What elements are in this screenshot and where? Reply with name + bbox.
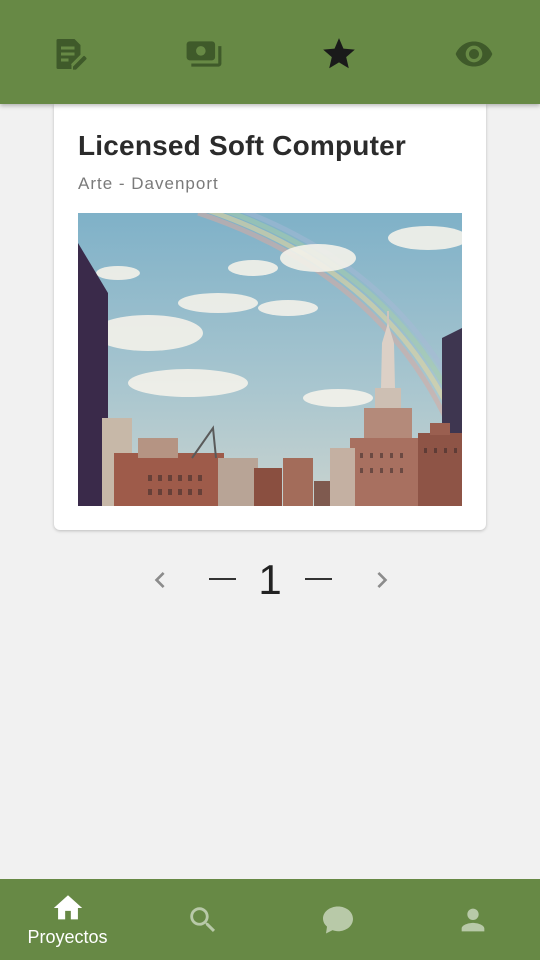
- tab-edit-document[interactable]: [50, 34, 90, 74]
- nav-proyectos[interactable]: Proyectos: [0, 879, 135, 960]
- pager-divider-left: [209, 578, 236, 580]
- nav-profile[interactable]: [405, 879, 540, 960]
- project-card[interactable]: Licensed Soft Computer Arte - Davenport: [54, 104, 486, 530]
- edit-note-icon: [56, 39, 87, 70]
- nav-search[interactable]: [135, 879, 270, 960]
- tab-favorites[interactable]: [319, 34, 359, 74]
- project-image[interactable]: [78, 213, 462, 506]
- person-icon: [461, 908, 484, 931]
- chevron-right-icon: [377, 572, 388, 588]
- pagination: 1: [0, 556, 540, 606]
- next-page-button[interactable]: [366, 562, 398, 598]
- tab-views[interactable]: [454, 34, 494, 74]
- top-tab-bar: [0, 0, 540, 104]
- home-icon: [53, 895, 82, 920]
- previous-page-button[interactable]: [144, 562, 176, 598]
- chat-icon: [322, 906, 353, 933]
- bottom-navigation: Proyectos: [0, 879, 540, 960]
- current-page-number: 1: [258, 556, 282, 603]
- pager-divider-right: [305, 578, 332, 580]
- chevron-left-icon: [154, 572, 165, 588]
- search-icon: [189, 906, 215, 932]
- nav-messages[interactable]: [270, 879, 405, 960]
- eye-icon: [455, 41, 493, 67]
- nav-proyectos-label: Proyectos: [27, 927, 108, 947]
- project-title: Licensed Soft Computer: [78, 130, 406, 161]
- project-subtitle: Arte - Davenport: [78, 174, 219, 193]
- money-icon: [186, 41, 222, 67]
- star-icon: [323, 38, 355, 69]
- city-skyline-photo: [78, 213, 462, 506]
- tab-money[interactable]: [184, 34, 224, 74]
